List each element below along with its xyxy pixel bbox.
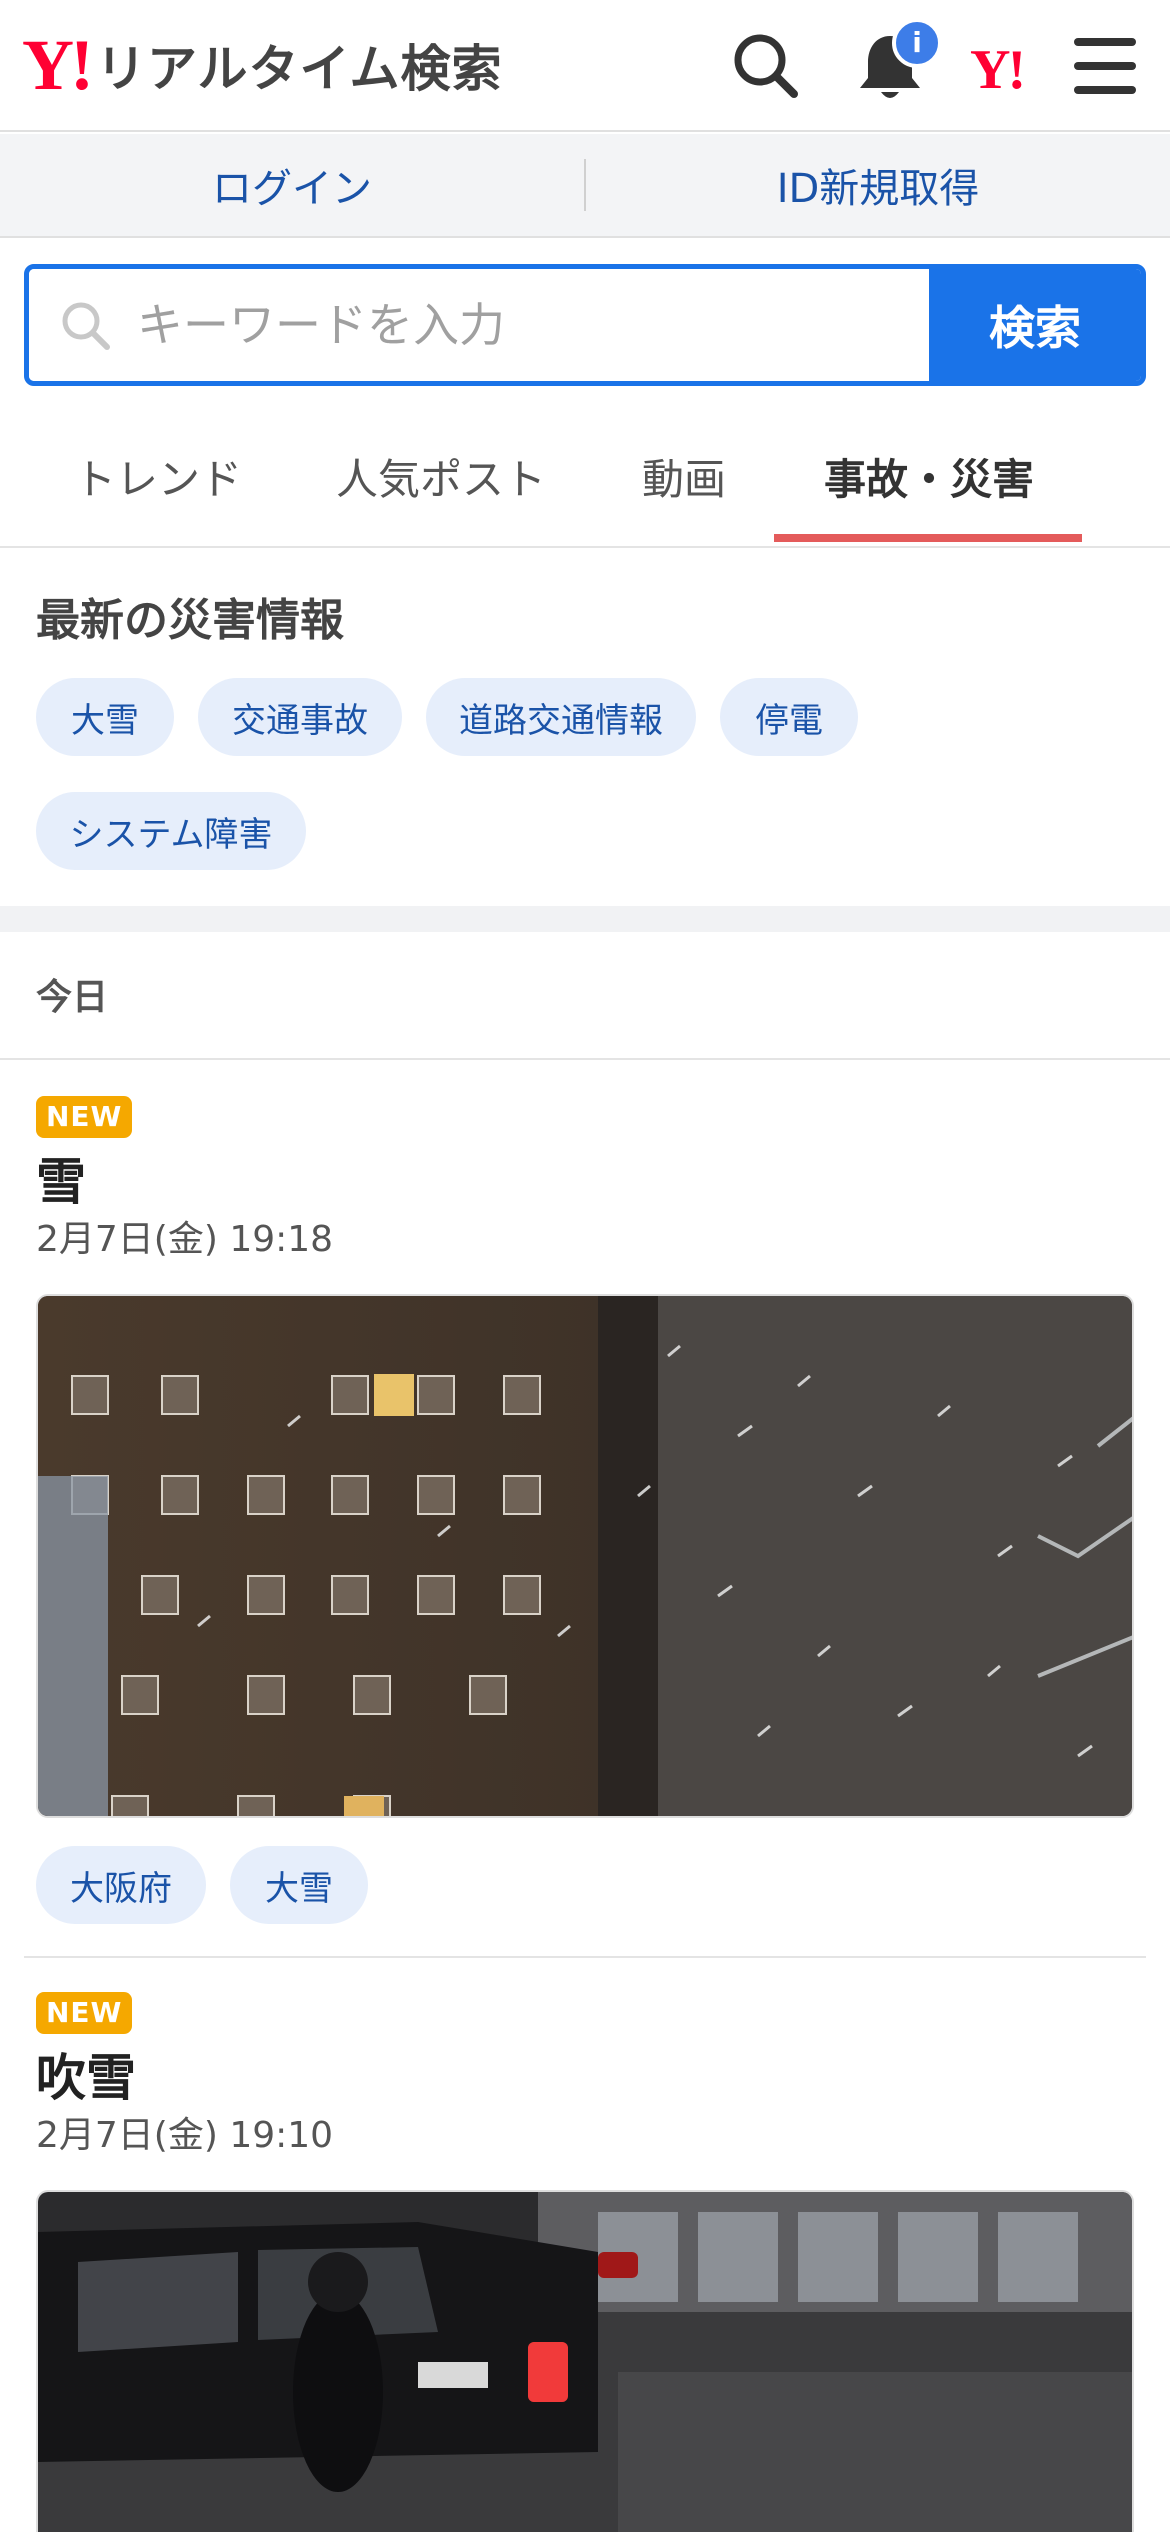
tab-accidents-disasters[interactable]: 事故・災害 xyxy=(824,446,1034,507)
new-badge: NEW xyxy=(36,1096,133,1138)
chip-road-traffic-info[interactable]: 道路交通情報 xyxy=(426,678,696,756)
tab-trend[interactable]: トレンド xyxy=(74,446,242,507)
app-header: Y! リアルタイム検索 i Y! xyxy=(0,0,1170,132)
yahoo-realtime-logo[interactable]: Y! リアルタイム検索 xyxy=(22,25,503,105)
active-tab-indicator xyxy=(774,534,1082,542)
login-link[interactable]: ログイン xyxy=(0,156,584,214)
category-tabs: トレンド 人気ポスト 動画 事故・災害 xyxy=(0,420,1170,548)
post-time: 2月7日(金) 19:18 xyxy=(36,1219,334,1260)
post-title[interactable]: 雪 xyxy=(36,1142,86,1214)
chip-system-failure[interactable]: システム障害 xyxy=(36,792,306,870)
disaster-info-section: 最新の災害情報 大雪 交通事故 道路交通情報 停電 システム障害 xyxy=(0,550,1170,906)
tab-popular-posts[interactable]: 人気ポスト xyxy=(336,446,546,507)
divider xyxy=(0,1058,1170,1060)
tab-videos[interactable]: 動画 xyxy=(642,446,726,507)
post-video-thumbnail[interactable] xyxy=(36,1294,1134,1818)
notification-badge[interactable]: i xyxy=(892,18,942,68)
login-bar: ログイン ID新規取得 xyxy=(0,134,1170,238)
chip-traffic-accident[interactable]: 交通事故 xyxy=(198,678,402,756)
post-title[interactable]: 吹雪 xyxy=(36,2038,136,2110)
search-field-icon xyxy=(62,302,110,350)
search-button[interactable]: 検索 xyxy=(929,269,1141,381)
snowy-building-image xyxy=(38,1296,1132,1816)
chip-heavy-snow[interactable]: 大雪 xyxy=(36,678,174,756)
search-bar: 検索 xyxy=(24,264,1146,386)
chip-power-outage[interactable]: 停電 xyxy=(720,678,858,756)
menu-icon[interactable] xyxy=(1064,24,1148,108)
section-title: 最新の災害情報 xyxy=(36,595,344,646)
search-icon[interactable] xyxy=(724,24,808,108)
search-input[interactable] xyxy=(137,298,837,352)
tag-osaka[interactable]: 大阪府 xyxy=(36,1846,206,1924)
search-field-wrapper xyxy=(29,269,929,381)
new-badge: NEW xyxy=(36,1992,133,2034)
yahoo-logo-icon[interactable]: Y! xyxy=(970,38,1026,102)
post-time: 2月7日(金) 19:10 xyxy=(36,2115,334,2156)
snowy-street-car-image xyxy=(38,2192,1132,2532)
section-spacer xyxy=(0,906,1170,932)
post-video-thumbnail[interactable] xyxy=(36,2190,1134,2532)
day-label: 今日 xyxy=(36,977,109,1018)
divider xyxy=(24,1956,1146,1958)
yahoo-logo-mark: Y! xyxy=(22,25,94,105)
tag-heavy-snow[interactable]: 大雪 xyxy=(230,1846,368,1924)
signup-link[interactable]: ID新規取得 xyxy=(586,156,1170,214)
logo-title: リアルタイム検索 xyxy=(95,40,503,98)
